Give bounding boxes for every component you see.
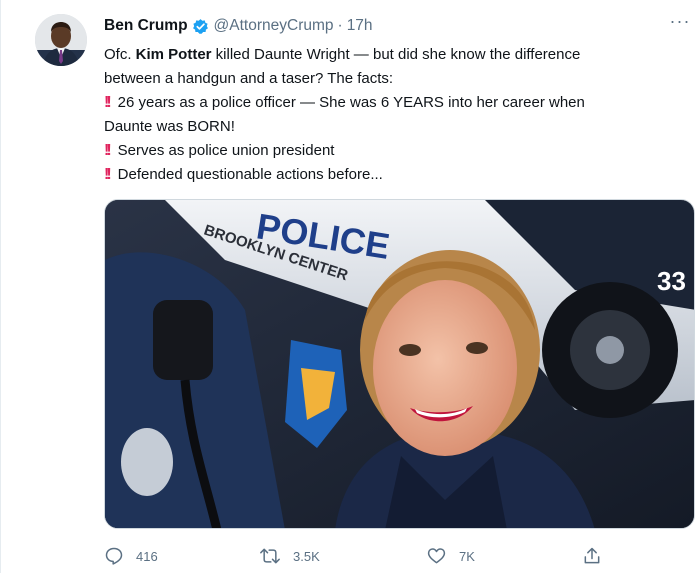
text-prefix: Ofc. bbox=[104, 46, 136, 63]
heart-icon bbox=[426, 546, 447, 566]
retweet-count: 3.5K bbox=[293, 548, 320, 564]
mention-bold: Kim Potter bbox=[135, 46, 212, 63]
double-exclamation-icon: !! bbox=[104, 166, 111, 183]
like-button[interactable]: 7K bbox=[426, 544, 475, 568]
tweet-actions: 416 3.5K 7K bbox=[104, 544, 624, 568]
share-icon bbox=[582, 546, 602, 566]
double-exclamation-icon: !! bbox=[104, 94, 111, 111]
tweet-photo[interactable]: POLICE BROOKLYN CENTER 33 bbox=[104, 199, 695, 529]
double-exclamation-icon: !! bbox=[104, 142, 111, 159]
tweet-header: Ben Crump @AttorneyCrump · 17h bbox=[104, 14, 373, 38]
like-count: 7K bbox=[459, 548, 475, 564]
text-line: Daunte was BORN! bbox=[104, 118, 235, 135]
text-line: between a handgun and a taser? The facts… bbox=[104, 70, 394, 87]
separator-dot: · bbox=[337, 17, 343, 34]
author-name[interactable]: Ben Crump bbox=[104, 17, 188, 35]
share-button[interactable] bbox=[582, 544, 602, 568]
bullet-line: !! 26 years as a police officer — She was… bbox=[104, 91, 684, 115]
bullet-line: !! Serves as police union president bbox=[104, 139, 684, 163]
retweet-icon bbox=[259, 546, 281, 566]
reply-count: 416 bbox=[136, 548, 158, 564]
timestamp[interactable]: 17h bbox=[347, 17, 373, 35]
bullet-text: Serves as police union president bbox=[117, 142, 335, 159]
bullet-text: Defended questionable actions before... bbox=[117, 166, 383, 183]
reply-button[interactable]: 416 bbox=[104, 544, 158, 568]
bullet-text: 26 years as a police officer — She was 6… bbox=[117, 94, 585, 111]
more-options-icon[interactable]: ··· bbox=[667, 12, 693, 34]
bullet-line: !! Defended questionable actions before..… bbox=[104, 163, 684, 187]
tweet-text: Ofc. Kim Potter killed Daunte Wright — b… bbox=[104, 43, 684, 187]
tweet-card[interactable]: Ben Crump @AttorneyCrump · 17h ··· Ofc. … bbox=[0, 0, 700, 573]
author-handle[interactable]: @AttorneyCrump bbox=[214, 17, 334, 35]
verified-badge-icon bbox=[192, 18, 209, 35]
reply-icon bbox=[104, 546, 124, 566]
text-rest: killed Daunte Wright — but did she know … bbox=[211, 46, 581, 63]
retweet-button[interactable]: 3.5K bbox=[259, 544, 320, 568]
car-number: 33 bbox=[657, 266, 686, 296]
avatar[interactable] bbox=[35, 14, 87, 66]
text-line: Ofc. Kim Potter killed Daunte Wright — b… bbox=[104, 43, 684, 67]
